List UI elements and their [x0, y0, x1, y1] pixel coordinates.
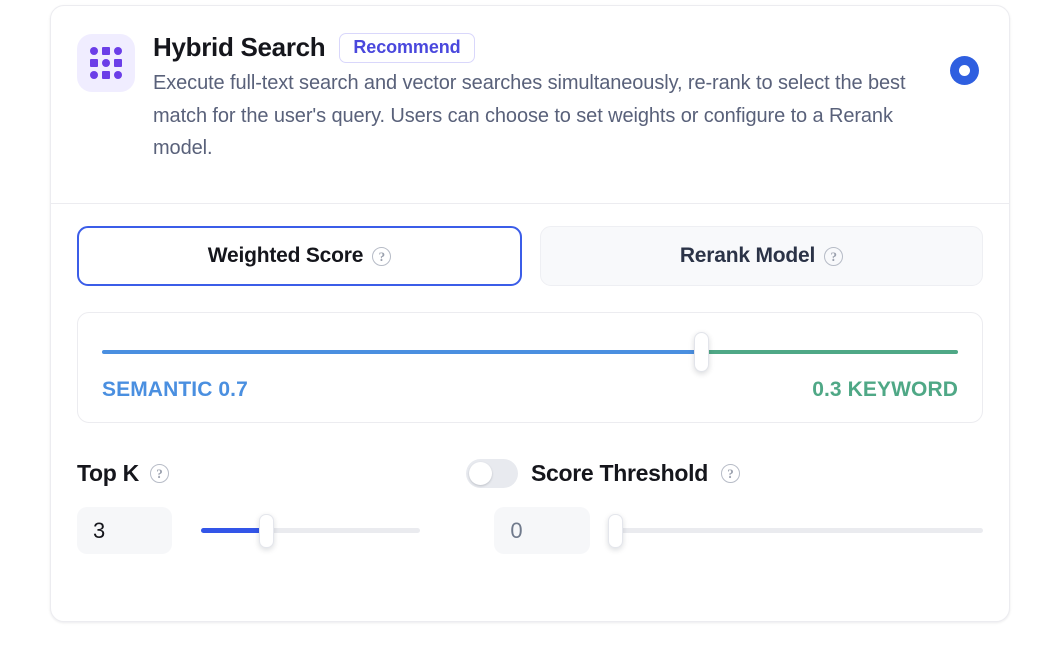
- recommend-badge: Recommend: [339, 32, 475, 63]
- score-threshold-slider-thumb[interactable]: [608, 513, 623, 548]
- grid-cell-1: [90, 47, 98, 55]
- header-row: Hybrid Search Recommend Execute full-tex…: [77, 32, 985, 164]
- grid-cell-7: [90, 71, 98, 79]
- help-circle-icon[interactable]: ?: [372, 246, 392, 266]
- screen-root: Hybrid Search Recommend Execute full-tex…: [0, 0, 1044, 654]
- page-title: Hybrid Search: [153, 32, 326, 62]
- tab-weighted-score[interactable]: Weighted Score ?: [77, 226, 522, 286]
- grid-dots-glyph: [90, 47, 122, 79]
- card-header: Hybrid Search Recommend Execute full-tex…: [51, 6, 1009, 204]
- grid-cell-8: [102, 71, 110, 79]
- grid-cell-5: [102, 59, 110, 67]
- score-threshold-label-group: Score Threshold ?: [466, 459, 983, 488]
- grid-dots-icon: [77, 34, 135, 92]
- controls-section: Top K ? Score Threshold ? 3 0: [77, 459, 983, 554]
- grid-cell-2: [102, 47, 110, 55]
- top-k-slider-track[interactable]: [201, 528, 421, 533]
- score-threshold-label: Score Threshold: [531, 460, 708, 486]
- card-body: Weighted Score ? Rerank Model ? SEMANTIC…: [51, 204, 1009, 580]
- tab-rerank-model-label: Rerank Model: [679, 244, 816, 267]
- controls-labels-row: Top K ? Score Threshold ?: [77, 459, 983, 488]
- header-text: Hybrid Search Recommend Execute full-tex…: [153, 32, 985, 164]
- top-k-label: Top K: [77, 460, 139, 486]
- top-k-slider-fill: [201, 528, 267, 533]
- top-k-slider-thumb[interactable]: [259, 513, 275, 548]
- weight-slider-track[interactable]: [102, 350, 958, 354]
- top-k-slider[interactable]: [201, 513, 421, 548]
- radio-selected-icon[interactable]: [950, 56, 979, 85]
- help-circle-icon[interactable]: ?: [721, 464, 740, 483]
- mode-tabs: Weighted Score ? Rerank Model ?: [77, 226, 983, 286]
- grid-cell-6: [114, 59, 122, 67]
- weight-slider-semantic-fill: [102, 350, 702, 354]
- hybrid-search-card[interactable]: Hybrid Search Recommend Execute full-tex…: [50, 5, 1010, 622]
- weight-slider-keyword-fill: [701, 350, 958, 354]
- grid-cell-4: [90, 59, 98, 67]
- top-k-label-group: Top K ?: [77, 460, 466, 487]
- keyword-weight-label: 0.3 KEYWORD: [812, 378, 958, 401]
- weight-slider-thumb[interactable]: [693, 332, 709, 372]
- card-description: Execute full-text search and vector sear…: [153, 72, 906, 159]
- toggle-off-icon[interactable]: [466, 459, 518, 488]
- weight-slider-labels: SEMANTIC 0.7 0.3 KEYWORD: [102, 378, 958, 402]
- tab-rerank-model[interactable]: Rerank Model ?: [540, 226, 983, 286]
- score-threshold-slider[interactable]: [608, 513, 983, 548]
- grid-cell-9: [114, 71, 122, 79]
- title-line: Hybrid Search Recommend: [153, 32, 915, 63]
- help-circle-icon[interactable]: ?: [824, 246, 844, 266]
- score-threshold-slider-track[interactable]: [615, 528, 983, 533]
- help-circle-icon[interactable]: ?: [149, 464, 169, 483]
- weight-slider[interactable]: [102, 332, 958, 372]
- score-threshold-input[interactable]: 0: [494, 507, 590, 554]
- weight-slider-panel: SEMANTIC 0.7 0.3 KEYWORD: [77, 312, 983, 423]
- top-k-input[interactable]: 3: [77, 507, 173, 554]
- tab-weighted-score-label: Weighted Score: [207, 244, 364, 267]
- semantic-weight-label: SEMANTIC 0.7: [102, 378, 248, 401]
- controls-inputs-row: 3 0: [77, 507, 983, 554]
- grid-cell-3: [114, 47, 122, 55]
